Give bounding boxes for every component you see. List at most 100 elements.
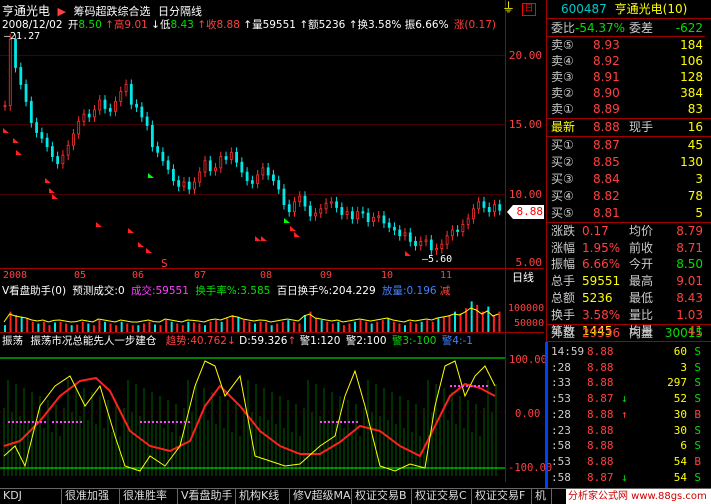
pin-icon[interactable]: ⏚ [502, 0, 515, 18]
volume-bar [365, 321, 368, 332]
volume-ma-line [3, 307, 499, 323]
candle-body [240, 161, 244, 173]
volume-bar [292, 321, 295, 332]
volume-bar [104, 321, 106, 332]
panel-divider [0, 268, 544, 269]
bid-row[interactable]: 买② 8.85 130 [547, 154, 705, 171]
ask-row[interactable]: 卖⑤ 8.93 184 [547, 37, 705, 54]
candle-body [414, 240, 417, 247]
bid-price: 8.81 [593, 206, 620, 220]
volume-bar [331, 323, 334, 332]
tick-row: :58 8.87 ↓ 54 S [547, 470, 705, 486]
volume-bar [326, 321, 329, 332]
candlestick-chart[interactable] [0, 30, 505, 268]
tab-7[interactable]: 权证交易C [412, 488, 472, 504]
tab-8[interactable]: 权证交易F [472, 488, 532, 504]
tab-6[interactable]: 权证交易B [352, 488, 412, 504]
oscillator-panel[interactable]: 振荡 振荡市况总能先人一步建仓 趋势:40.762↓ D:59.326↑ 警1:… [0, 332, 552, 488]
volume-panel[interactable]: V看盘助手(0) 预测成交:0 成交:59551 换手率%:3.585 百日换手… [0, 282, 544, 333]
volume-bar [154, 324, 156, 332]
candle-body [303, 195, 307, 207]
candle-body [19, 67, 23, 85]
bid-row[interactable]: 买① 8.87 45 [547, 137, 705, 154]
candle-body [314, 212, 317, 217]
ask-volume: 384 [680, 86, 703, 100]
volume-bar [76, 324, 79, 332]
candle-body [66, 144, 70, 156]
candle-body [193, 181, 196, 190]
bid-price: 8.87 [593, 138, 620, 152]
x-tick: 05 [74, 270, 87, 281]
x-tick: 09 [320, 270, 333, 281]
volume-bar [348, 323, 351, 332]
weibi-value: -54.37% [575, 21, 626, 35]
candle-body [345, 211, 349, 215]
tab-0[interactable]: KDJ [0, 488, 62, 504]
now-vol-label: 现手 [629, 120, 654, 134]
tick-volume: 30 [673, 407, 687, 421]
tab-5[interactable]: 修V超级MACD [290, 488, 352, 504]
candle-body [308, 205, 312, 217]
volume-bar [192, 322, 195, 332]
ask-row[interactable]: 卖④ 8.92 106 [547, 53, 705, 70]
candle-body [482, 201, 486, 208]
calendar-icon[interactable]: 日 [522, 3, 536, 16]
candle-body [72, 133, 75, 146]
tick-side: S [694, 376, 701, 390]
tick-side: S [694, 423, 701, 437]
volume-bar [65, 323, 68, 332]
bid-volume: 3 [695, 172, 703, 186]
watermark: 分析家公式网 www.88gs.com [566, 489, 711, 504]
volume-bar [248, 321, 251, 332]
ask-row[interactable]: 卖② 8.90 384 [547, 85, 705, 102]
weicha-value: -622 [675, 21, 703, 35]
candle-body [382, 215, 386, 224]
now-vol-value: 16 [687, 120, 703, 134]
sell-signal-arrow [128, 228, 134, 233]
volume-bar [237, 316, 240, 332]
volume-bar [181, 325, 184, 332]
bid-label: 买① [551, 138, 574, 152]
candle-body [398, 229, 402, 237]
tab-4[interactable]: 机构K线 [236, 488, 290, 504]
x-tick: 11 [440, 270, 453, 281]
main-chart-area[interactable]: 亨通光电 ▶ 筹码超跌综合选 日分隔线 2008/12/02 开8.50 ↑高9… [0, 0, 544, 482]
bid-row[interactable]: 买⑤ 8.81 5 [547, 205, 705, 222]
ask-row[interactable]: 卖③ 8.91 128 [547, 69, 705, 86]
candle-body [29, 101, 33, 124]
candle-body [466, 218, 470, 225]
inner-label: 内盘 [629, 326, 654, 340]
volume-bar [92, 325, 95, 332]
tick-time: :58 [551, 439, 571, 453]
volume-bar [315, 318, 318, 332]
tick-price: 8.87 [587, 392, 614, 406]
bid-row[interactable]: 买③ 8.84 3 [547, 171, 705, 188]
tick-row: 14:59 8.88 60 S [547, 344, 705, 360]
tick-price: 8.88 [587, 454, 614, 468]
candle-body [329, 201, 333, 204]
tab-9[interactable]: 机 [532, 488, 552, 504]
bid-row[interactable]: 买④ 8.82 78 [547, 188, 705, 205]
max-price-label: —21.27 [4, 31, 41, 42]
stat-label: 最低 [629, 290, 654, 305]
bid-label: 买② [551, 155, 574, 169]
candle-body [182, 181, 186, 187]
sell-signal-arrow [405, 251, 411, 256]
scroll-bar[interactable] [545, 342, 548, 488]
candle-body [129, 84, 133, 105]
tick-time: :58 [551, 470, 571, 484]
tab-1[interactable]: 很准加强 [62, 488, 120, 504]
x-tick: 07 [194, 270, 207, 281]
tab-3[interactable]: V看盘助手 [178, 488, 236, 504]
sell-signal-arrow [13, 138, 19, 143]
tab-2[interactable]: 很准胜率 [120, 488, 178, 504]
tick-time: :33 [551, 376, 571, 390]
candle-body [24, 84, 28, 102]
sell-signal-arrow [294, 232, 300, 237]
volume-bar [342, 325, 345, 332]
candle-body [8, 38, 12, 107]
volume-bar [220, 321, 223, 332]
volume-bar [165, 320, 168, 332]
ask-row[interactable]: 卖① 8.89 83 [547, 101, 705, 118]
candle-body [114, 101, 117, 112]
